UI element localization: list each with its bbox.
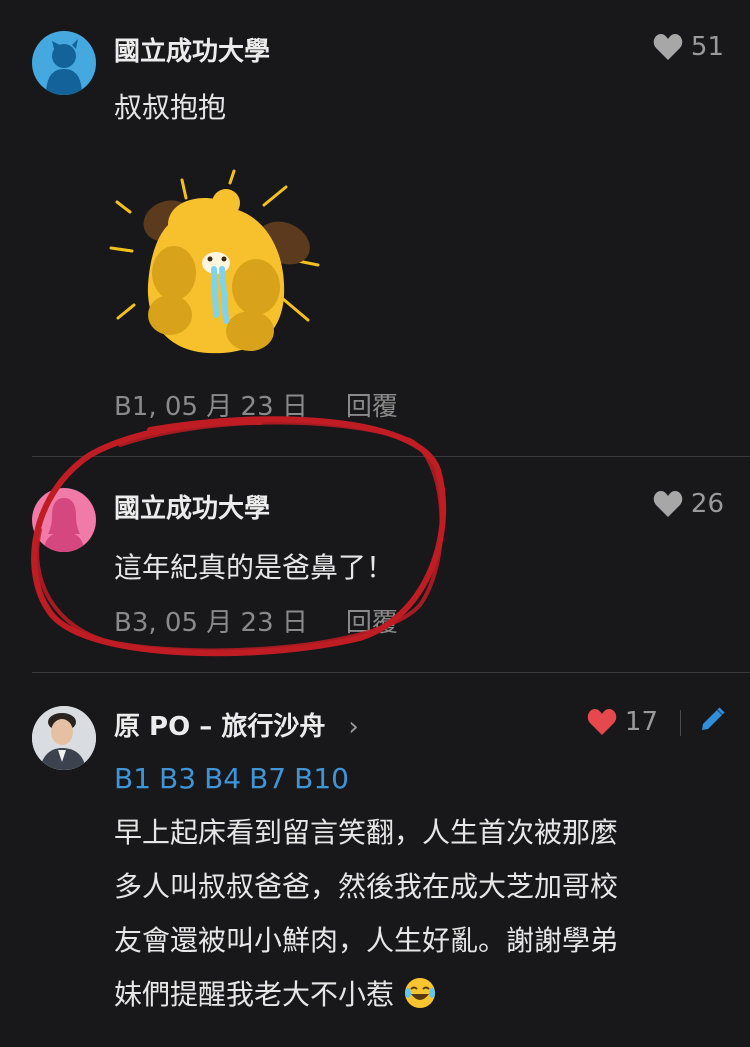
avatar[interactable] [32,31,96,95]
like-button[interactable]: 26 [653,489,724,519]
user-silhouette-icon [46,39,82,95]
comment-line: 多人叫叔叔爸爸，然後我在成大芝加哥校 [114,870,619,903]
user-silhouette-icon [44,498,84,552]
reply-button[interactable]: 回覆 [346,608,398,638]
pencil-icon [702,707,725,730]
like-count: 26 [690,489,724,519]
reply-button[interactable]: 回覆 [346,392,398,422]
floor-tag[interactable]: B1 [114,762,151,795]
heart-icon [653,491,683,517]
comment-author[interactable]: 國立成功大學 [114,488,270,525]
avatar[interactable] [32,488,96,552]
comment-text: 叔叔抱抱 [114,91,227,124]
like-button[interactable]: 17 [587,707,658,737]
floor-tag[interactable]: B10 [294,762,349,795]
floor-date: B3, 05 月 23 日 [114,608,308,638]
heart-icon [587,709,617,735]
floor-tags: B1 B3 B4 B7 B10 [114,762,357,795]
avatar[interactable] [32,706,96,770]
comment-line-last: 妹們提醒我老大不小惹 [114,968,714,1022]
comment-author[interactable]: 國立成功大學 [114,31,270,68]
floor-tag[interactable]: B4 [204,762,241,795]
divider [32,456,750,457]
edit-button[interactable] [698,706,726,734]
floor-date: B1, 05 月 23 日 [114,392,308,422]
like-count: 17 [624,707,658,737]
laughing-tears-emoji-icon [404,978,435,1008]
person-photo-icon [32,706,96,770]
crying-dog-sticker [109,169,320,354]
floor-tag[interactable]: B3 [159,762,196,795]
comment-line: 友會還被叫小鮮肉，人生好亂。謝謝學弟 [114,924,619,957]
heart-icon [653,34,683,60]
comment-text: 早上起床看到留言笑翻，人生首次被那麼 多人叫叔叔爸爸，然後我在成大芝加哥校 友會… [114,806,714,1022]
chevron-right-icon: › [348,712,359,742]
like-count: 51 [690,32,724,62]
divider [32,672,750,673]
comment-meta: B1, 05 月 23 日 回覆 [114,386,398,423]
like-button[interactable]: 51 [653,32,724,62]
floor-tag[interactable]: B7 [249,762,286,795]
comment-meta: B3, 05 月 23 日 回覆 [114,602,398,639]
comment-line: 早上起床看到留言笑翻，人生首次被那麼 [114,816,619,849]
comment-author[interactable]: 原 PO – 旅行沙舟 › [114,706,359,743]
separator [680,710,681,736]
comment-text: 這年紀真的是爸鼻了！ [114,551,395,584]
